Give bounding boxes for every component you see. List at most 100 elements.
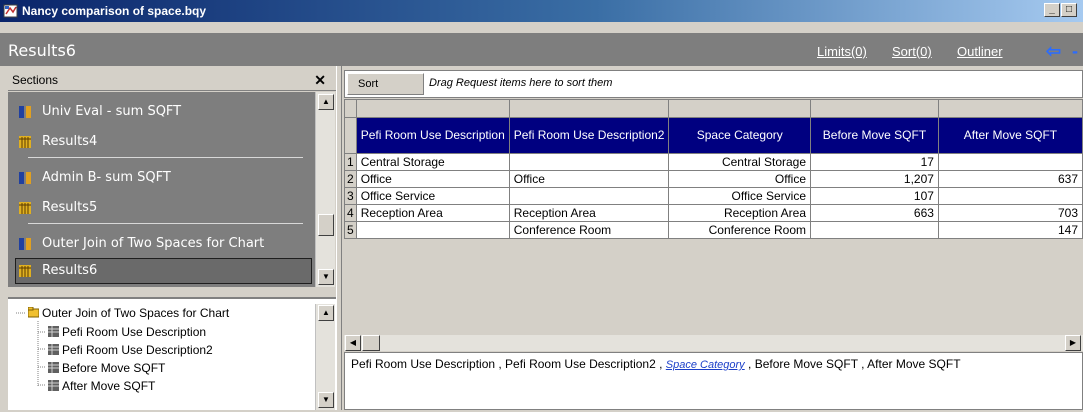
- section-item-label: Results6: [42, 263, 98, 278]
- sections-panel-header: Sections ✕: [8, 69, 336, 91]
- table-cell[interactable]: [810, 221, 939, 239]
- column-handle[interactable]: [355, 99, 510, 118]
- section-divider: [28, 223, 303, 224]
- scroll-right-icon[interactable]: ▶: [1065, 335, 1081, 351]
- folder-icon: [28, 307, 39, 318]
- scroll-up-icon[interactable]: ▲: [318, 305, 334, 321]
- table-cell[interactable]: 637: [937, 170, 1083, 188]
- tree-root-label: Outer Join of Two Spaces for Chart: [42, 306, 230, 320]
- next-arrow-icon[interactable]: -: [1072, 41, 1078, 62]
- section-item-results5[interactable]: Results5: [16, 196, 310, 220]
- section-item-label: Univ Eval - sum SQFT: [42, 104, 182, 119]
- outliner-link[interactable]: Outliner: [957, 44, 1003, 59]
- scroll-thumb[interactable]: [318, 214, 334, 236]
- section-header: Results6 Limits(0) Sort(0) Outliner ⇦ -: [0, 33, 1083, 66]
- tree-root[interactable]: Outer Join of Two Spaces for Chart: [28, 306, 229, 320]
- tree-item-label: Pefi Room Use Description: [62, 325, 207, 339]
- section-item-admin-b[interactable]: Admin B- sum SQFT: [16, 166, 310, 190]
- section-divider: [28, 157, 303, 158]
- table-cell[interactable]: Reception Area: [668, 204, 812, 222]
- section-item-results6[interactable]: Results6: [15, 258, 312, 284]
- table-cell[interactable]: 147: [937, 221, 1083, 239]
- table-cell[interactable]: 703: [937, 204, 1083, 222]
- table-cell[interactable]: [508, 187, 670, 205]
- grid-horizontal-scrollbar[interactable]: ◀ ▶: [344, 335, 1083, 351]
- column-handle[interactable]: [810, 99, 939, 118]
- sort-link[interactable]: Sort(0): [892, 44, 932, 59]
- query-outline-tree: Outer Join of Two Spaces for Chart Pefi …: [8, 297, 336, 410]
- scroll-up-icon[interactable]: ▲: [318, 94, 334, 110]
- sort-button[interactable]: Sort: [347, 73, 424, 95]
- columns-text-part1: Pefi Room Use Description , Pefi Room Us…: [351, 357, 666, 371]
- section-item-label: Outer Join of Two Spaces for Chart: [42, 236, 265, 251]
- section-item-univ-eval[interactable]: Univ Eval - sum SQFT: [16, 100, 310, 124]
- table-cell[interactable]: 107: [810, 187, 939, 205]
- table-cell[interactable]: [937, 187, 1083, 205]
- table-row[interactable]: 5 Conference Room Conference Room 147: [344, 221, 1083, 239]
- minimize-button[interactable]: _: [1044, 3, 1060, 17]
- scroll-thumb[interactable]: [362, 335, 380, 351]
- section-item-outer-join[interactable]: Outer Join of Two Spaces for Chart: [16, 232, 310, 256]
- tree-item-label: After Move SQFT: [62, 379, 156, 393]
- column-header[interactable]: Pefi Room Use Description2: [508, 117, 670, 154]
- section-item-label: Admin B- sum SQFT: [42, 170, 171, 185]
- application-window: Nancy comparison of space.bqy _ □ Result…: [0, 0, 1083, 410]
- column-handle[interactable]: [937, 99, 1083, 118]
- query-icon: [19, 106, 31, 118]
- sections-label: Sections: [12, 73, 59, 87]
- table-icon: [48, 362, 59, 373]
- scroll-down-icon[interactable]: ▼: [318, 269, 334, 285]
- tree-item[interactable]: Before Move SQFT: [48, 361, 165, 375]
- table-cell[interactable]: 1,207: [810, 170, 939, 188]
- table-cell[interactable]: [937, 153, 1083, 171]
- table-cell[interactable]: Office: [668, 170, 812, 188]
- pane-splitter[interactable]: [336, 66, 342, 410]
- section-item-label: Results5: [42, 200, 98, 215]
- table-cell[interactable]: Conference Room: [668, 221, 812, 239]
- table-row[interactable]: 4 Reception Area Reception Area Receptio…: [344, 204, 1083, 222]
- tree-item-label: Pefi Room Use Description2: [62, 343, 213, 357]
- sort-hint: Drag Request items here to sort them: [429, 77, 613, 89]
- close-sections-icon[interactable]: ✕: [314, 72, 326, 89]
- corner-cell: [344, 99, 357, 118]
- table-cell[interactable]: Conference Room: [508, 221, 670, 239]
- table-cell[interactable]: 17: [810, 153, 939, 171]
- table-row[interactable]: 3 Office Service Office Service 107: [344, 187, 1083, 205]
- back-arrow-icon[interactable]: ⇦: [1046, 41, 1061, 62]
- scroll-left-icon[interactable]: ◀: [345, 335, 361, 351]
- column-header[interactable]: After Move SQFT: [937, 117, 1083, 154]
- column-handle[interactable]: [508, 99, 670, 118]
- table-row[interactable]: 2 Office Office Office 1,207 637: [344, 170, 1083, 188]
- table-cell[interactable]: Office Service: [355, 187, 510, 205]
- table-cell[interactable]: Central Storage: [355, 153, 510, 171]
- scroll-down-icon[interactable]: ▼: [318, 392, 334, 408]
- tree-scrollbar[interactable]: ▲ ▼: [315, 304, 335, 410]
- table-cell[interactable]: [355, 221, 510, 239]
- results-icon: [19, 265, 31, 277]
- section-item-results4[interactable]: Results4: [16, 130, 310, 154]
- table-cell[interactable]: Office Service: [668, 187, 812, 205]
- tree-item[interactable]: Pefi Room Use Description2: [48, 343, 213, 357]
- sort-bar: Sort Drag Request items here to sort the…: [344, 70, 1083, 98]
- table-cell[interactable]: [508, 153, 670, 171]
- table-cell[interactable]: Office: [508, 170, 670, 188]
- tree-item[interactable]: Pefi Room Use Description: [48, 325, 206, 339]
- sections-scrollbar[interactable]: ▲ ▼: [315, 92, 335, 287]
- limits-link[interactable]: Limits(0): [817, 44, 867, 59]
- row-number: 4: [344, 204, 357, 222]
- tree-item[interactable]: After Move SQFT: [48, 379, 155, 393]
- results-icon: [19, 136, 31, 148]
- table-cell[interactable]: Central Storage: [668, 153, 812, 171]
- column-handle[interactable]: [668, 99, 812, 118]
- table-cell[interactable]: Office: [355, 170, 510, 188]
- table-cell[interactable]: Reception Area: [508, 204, 670, 222]
- table-cell[interactable]: 663: [810, 204, 939, 222]
- column-header[interactable]: Before Move SQFT: [810, 117, 939, 154]
- row-number: 1: [344, 153, 357, 171]
- column-header[interactable]: Space Category: [668, 117, 812, 154]
- table-cell[interactable]: Reception Area: [355, 204, 510, 222]
- column-header[interactable]: Pefi Room Use Description: [355, 117, 510, 154]
- table-row[interactable]: 1 Central Storage Central Storage 17: [344, 153, 1083, 171]
- space-category-link[interactable]: Space Category: [666, 359, 745, 371]
- restore-button[interactable]: □: [1061, 3, 1077, 17]
